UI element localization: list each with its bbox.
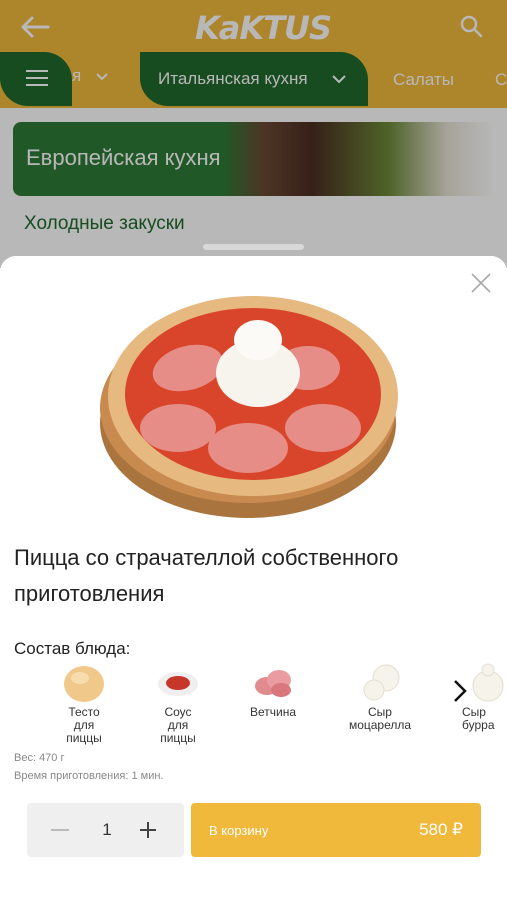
quantity-stepper: 1 <box>27 803 184 857</box>
ingredient-name: Ветчина <box>249 705 297 719</box>
ingredient-item[interactable]: Ветчина <box>233 660 313 719</box>
sheet-drag-handle[interactable] <box>203 244 304 250</box>
ingredient-item[interactable]: Сыр бурра <box>440 660 507 732</box>
ham-icon <box>251 660 295 704</box>
chevron-right-icon[interactable] <box>452 679 468 703</box>
minus-button[interactable] <box>51 829 69 831</box>
cart-price: 580 ₽ <box>419 820 463 839</box>
close-icon[interactable] <box>468 270 494 296</box>
dish-image <box>98 278 408 523</box>
burrata-icon <box>466 660 507 704</box>
ingredient-item[interactable]: Соус для пиццы <box>138 660 218 745</box>
modal-overlay[interactable] <box>0 0 507 268</box>
ingredient-name: Сыр бурра <box>462 705 495 732</box>
dish-weight: Вес: 470 г <box>14 752 65 764</box>
ingredient-name: Соус для пиццы <box>160 705 196 745</box>
dish-title: Пицца со страчателлой собственного приго… <box>14 545 399 606</box>
ingredient-item[interactable]: Тесто для пиццы <box>44 660 124 745</box>
dough-icon <box>62 660 106 704</box>
plus-button[interactable] <box>139 821 157 839</box>
sauce-icon <box>156 660 200 704</box>
quantity-value: 1 <box>102 820 112 839</box>
add-to-cart-button[interactable]: В корзину 580 ₽ <box>191 803 481 857</box>
ingredient-name: Тесто для пиццы <box>66 705 102 745</box>
ingredient-name: Сыр моцарелла <box>348 705 412 732</box>
cart-label: В корзину <box>209 823 269 838</box>
ingredient-item[interactable]: Сыр моцарелла <box>340 660 420 732</box>
mozzarella-icon <box>358 660 402 704</box>
dish-cook-time: Время приготовления: 1 мин. <box>14 770 164 782</box>
composition-label: Состав блюда: <box>14 639 131 658</box>
